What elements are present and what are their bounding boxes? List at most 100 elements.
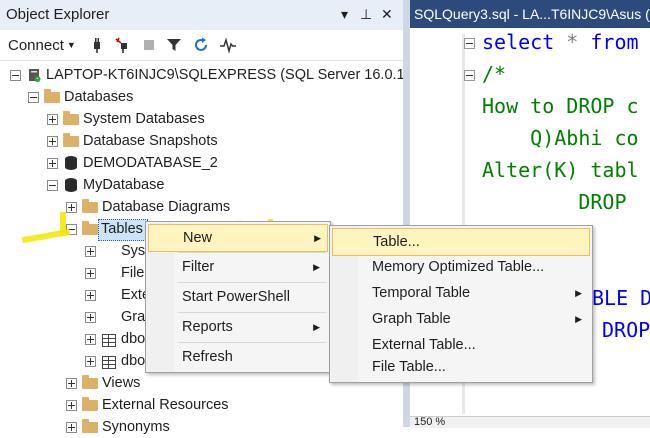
menu-item-graph-table[interactable]: Graph Table ▶ [332,306,588,332]
expand-icon[interactable] [66,378,77,389]
server-icon [29,69,41,82]
tree-label: MyDatabase [83,177,165,193]
new-submenu: Table... Memory Optimized Table... Tempo… [329,225,593,383]
tree-node-external-resources[interactable]: External Resources [0,394,403,416]
tree-label: Tables [101,221,143,237]
menu-item-reports[interactable]: Reports ▶ [148,314,326,340]
collapse-icon[interactable] [28,92,39,103]
tree-node-system-databases[interactable]: System Databases [0,108,403,130]
folder-icon [82,221,98,235]
submenu-arrow-icon: ▶ [575,288,582,298]
pin-icon[interactable]: ⊥ [360,6,372,23]
tree-label: dbo [121,331,146,347]
collapse-icon[interactable] [47,180,58,191]
submenu-arrow-icon: ▶ [314,233,321,243]
tree-label: Database Snapshots [83,133,218,149]
menu-item-file-table[interactable]: File Table... [332,354,588,380]
tree-label: External Resources [102,397,229,413]
expand-icon[interactable] [85,356,96,367]
folder-icon [82,199,98,213]
connect-plug-icon[interactable] [88,36,106,54]
expand-icon[interactable] [85,246,96,257]
menu-item-memory-optimized-table[interactable]: Memory Optimized Table... [332,254,588,280]
code-line-8: DROP [602,318,650,342]
server-label: LAPTOP-KT6INJC9\SQLEXPRESS (SQL Server 1… [46,67,429,83]
expand-icon[interactable] [85,334,96,345]
disconnect-icon[interactable] [114,36,132,54]
submenu-arrow-icon: ▶ [313,262,320,272]
refresh-icon[interactable] [192,36,210,54]
tree-label: Database Diagrams [102,199,231,215]
tree-node-mydatabase[interactable]: MyDatabase [0,174,403,196]
tree-node-demodatabase[interactable]: DEMODATABASE_2 [0,152,403,174]
tree-label: DEMODATABASE_2 [83,155,218,171]
folder-icon [63,133,79,147]
tree-label: Databases [64,89,134,105]
editor-tab[interactable]: SQLQuery3.sql - LA...T6INJC9\Asus ( [410,0,650,28]
expand-icon[interactable] [47,114,58,125]
filter-icon[interactable] [165,36,183,54]
menu-separator [178,342,326,343]
expand-icon[interactable] [85,290,96,301]
code-line-3: How to DROP c [482,94,639,118]
code-line-7: BLE D [592,286,650,310]
tree-label: Views [102,375,141,391]
database-icon [65,156,77,170]
folder-icon [82,419,98,433]
code-line-1: select * from [482,30,639,54]
zoom-bar[interactable]: 150 % [410,416,650,428]
submenu-arrow-icon: ▶ [575,314,582,324]
menu-item-temporal-table[interactable]: Temporal Table ▶ [332,280,588,306]
expand-icon[interactable] [47,158,58,169]
tree-label: File [121,265,145,281]
tree-node-database-snapshots[interactable]: Database Snapshots [0,130,403,152]
folder-icon [82,397,98,411]
expand-icon[interactable] [85,268,96,279]
folder-icon [63,111,79,125]
stop-icon[interactable] [140,36,158,54]
folder-icon [44,89,60,103]
close-icon[interactable]: ✕ [381,6,393,23]
menu-item-start-powershell[interactable]: Start PowerShell [148,284,326,310]
tree-node-databases[interactable]: Databases [0,86,403,108]
code-line-5: Alter(K) tabl [482,158,639,182]
context-menu: New ▶ Filter ▶ Start PowerShell Reports … [145,221,331,373]
collapse-icon[interactable] [10,70,21,81]
menu-separator [178,252,326,253]
object-explorer-titlebar: Object Explorer ▾ ⊥ ✕ [0,0,403,31]
expand-icon[interactable] [66,202,77,213]
menu-separator [178,282,326,283]
menu-item-filter[interactable]: Filter ▶ [148,254,326,280]
menu-item-refresh[interactable]: Refresh [148,344,326,370]
code-line-6: DROP [482,190,627,214]
tree-node-synonyms[interactable]: Synonyms [0,416,403,438]
connect-button[interactable]: Connect ▼ [8,37,76,54]
tree-label: System Databases [83,111,205,127]
table-icon [102,334,116,347]
window-position-icon[interactable]: ▾ [341,6,348,23]
code-line-2: /* [482,62,507,86]
activity-monitor-icon[interactable] [219,36,237,54]
code-line-4: Q)Abhi co [482,126,639,150]
tree-label: dbo [121,353,146,369]
fold-icon[interactable] [464,70,475,81]
menu-item-table[interactable]: Table... [332,228,590,256]
object-explorer-toolbar: Connect ▼ [0,30,403,61]
submenu-arrow-icon: ▶ [313,322,320,332]
object-explorer-title: Object Explorer [6,6,110,23]
tree-node-server[interactable]: LAPTOP-KT6INJC9\SQLEXPRESS (SQL Server 1… [0,64,429,86]
expand-icon[interactable] [47,136,58,147]
zoom-level[interactable]: 150 % [414,416,445,428]
editor-tab-title: SQLQuery3.sql - LA...T6INJC9\Asus ( [414,6,650,22]
expand-icon[interactable] [66,400,77,411]
database-icon [65,178,77,192]
menu-separator [178,312,326,313]
fold-icon[interactable] [464,38,475,49]
folder-icon [82,375,98,389]
table-icon [102,356,116,369]
expand-icon[interactable] [85,312,96,323]
menu-item-new[interactable]: New ▶ [148,224,328,252]
tree-label: Synonyms [102,419,170,435]
expand-icon[interactable] [66,422,77,433]
annotation-highlight-mark [60,212,66,236]
